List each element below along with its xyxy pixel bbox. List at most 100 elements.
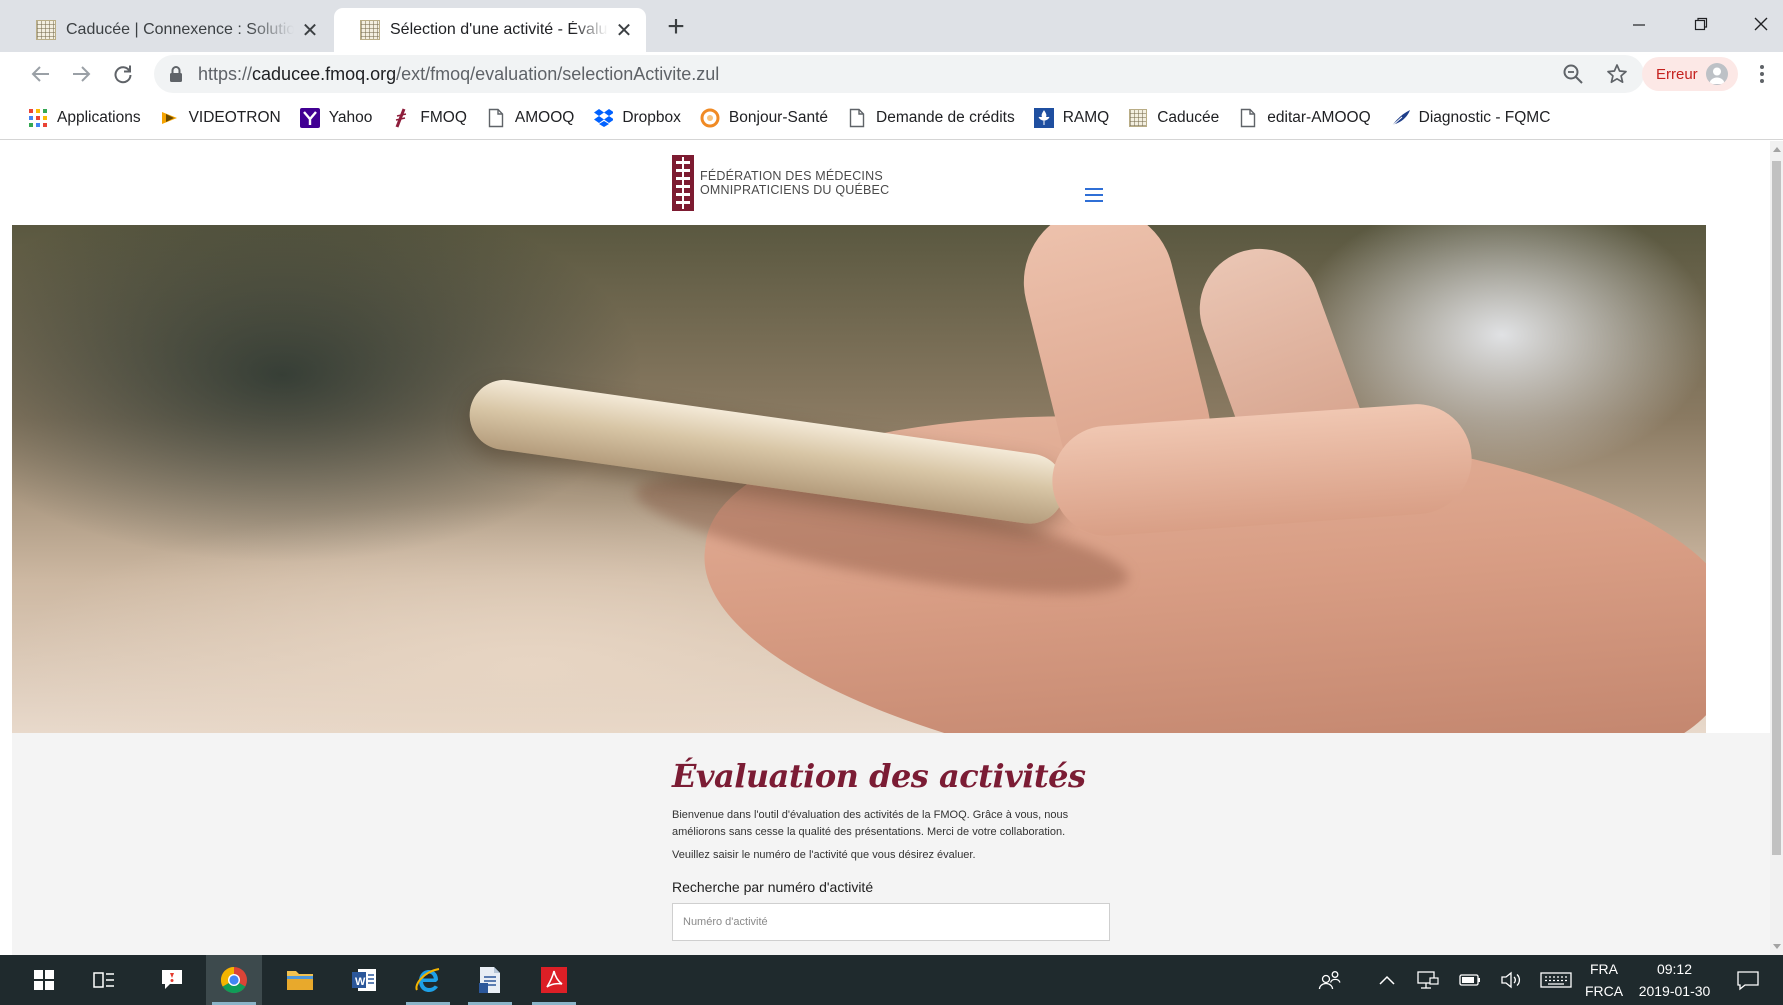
taskbar-word[interactable]: W — [336, 955, 392, 1005]
bookmark-fmoq[interactable]: FMOQ — [391, 107, 467, 128]
internet-explorer-icon — [415, 968, 440, 992]
tab-selection-activite[interactable]: Sélection d'une activité - Évaluation ✕ — [334, 8, 646, 52]
keyboard-icon[interactable] — [1540, 955, 1572, 1005]
arrow-right-icon — [73, 66, 91, 82]
bookmark-label: Dropbox — [622, 108, 681, 126]
page-icon — [847, 108, 867, 128]
scroll-thumb[interactable] — [1772, 161, 1781, 855]
star-icon[interactable] — [1606, 63, 1628, 85]
reload-button[interactable] — [106, 58, 140, 90]
fmoq-logo[interactable]: FÉDÉRATION DES MÉDECINS OMNIPRATICIENS D… — [672, 155, 889, 211]
start-button[interactable] — [16, 955, 72, 1005]
tab-strip: Caducée | Connexence : Solution ✕ Sélect… — [0, 0, 1783, 52]
taskbar-document-app[interactable] — [462, 955, 518, 1005]
bookmark-caducee[interactable]: Caducée — [1128, 108, 1219, 128]
taskbar-chrome[interactable] — [206, 955, 262, 1005]
battery-icon[interactable] — [1458, 955, 1482, 1005]
dropbox-icon — [593, 108, 614, 128]
bookmark-demande-credits[interactable]: Demande de crédits — [847, 108, 1015, 128]
minimize-icon — [1633, 24, 1645, 26]
page-scrollbar[interactable] — [1770, 141, 1783, 955]
bookmark-label: Caducée — [1157, 108, 1220, 126]
screen: Caducée | Connexence : Solution ✕ Sélect… — [0, 0, 1783, 1005]
word-icon: W — [352, 969, 376, 991]
document-icon — [479, 967, 500, 993]
bookmark-label: Yahoo — [328, 108, 373, 126]
url-path: /ext/fmoq/evaluation/selectionActivite.z… — [396, 63, 720, 84]
folder-icon — [287, 971, 313, 990]
taskbar-feedback-app[interactable] — [144, 955, 200, 1005]
scroll-up-icon[interactable] — [1773, 147, 1781, 152]
tab-caducee-connexence[interactable]: Caducée | Connexence : Solution ✕ — [10, 8, 332, 52]
action-center-icon[interactable] — [1736, 955, 1760, 1005]
svg-text:W: W — [355, 976, 366, 988]
logo-line-1: FÉDÉRATION DES MÉDECINS — [700, 169, 883, 183]
zoom-icon[interactable] — [1562, 63, 1584, 85]
hero-image — [12, 225, 1706, 733]
bookmark-videotron[interactable]: VIDEOTRON — [160, 108, 281, 128]
bookmark-applications[interactable]: Applications — [28, 108, 141, 128]
instruction-text: Veuillez saisir le numéro de l'activité … — [672, 849, 976, 861]
restore-button[interactable] — [1672, 0, 1730, 48]
url-text[interactable]: https://caducee.fmoq.org/ext/fmoq/evalua… — [198, 64, 719, 85]
tab-title: Caducée | Connexence : Solution — [66, 21, 294, 38]
bookmark-label: Demande de crédits — [876, 108, 1015, 126]
bookmark-diagnostic-fqmc[interactable]: Diagnostic - FQMC — [1390, 108, 1550, 128]
bookmark-bonjour-sante[interactable]: Bonjour-Santé — [700, 108, 828, 128]
forward-button[interactable] — [64, 58, 98, 90]
bookmark-editar-amooq[interactable]: editar-AMOOQ — [1238, 108, 1371, 128]
bookmark-ramq[interactable]: RAMQ — [1033, 107, 1110, 128]
bonjour-sante-icon — [700, 108, 720, 128]
clock-time: 09:12 — [1656, 961, 1693, 977]
scroll-down-icon[interactable] — [1773, 944, 1781, 949]
lock-icon[interactable] — [168, 65, 184, 83]
close-window-button[interactable] — [1732, 0, 1783, 48]
hamburger-menu-icon[interactable] — [1085, 188, 1103, 202]
close-icon[interactable]: ✕ — [614, 20, 634, 42]
acrobat-pdf-icon — [541, 967, 567, 993]
bookmark-label: RAMQ — [1062, 108, 1110, 126]
minimize-button[interactable] — [1610, 0, 1668, 48]
profile-status: Erreur — [1656, 65, 1698, 83]
network-icon[interactable] — [1416, 955, 1440, 1005]
people-icon[interactable] — [1318, 955, 1342, 1005]
taskbar-internet-explorer[interactable] — [400, 955, 456, 1005]
bookmark-dropbox[interactable]: Dropbox — [593, 108, 681, 128]
bookmark-amooq[interactable]: AMOOQ — [486, 108, 574, 128]
bookmarks-bar: Applications VIDEOTRON Yahoo FMOQ AMOOQ — [0, 96, 1783, 140]
logo-text: FÉDÉRATION DES MÉDECINS OMNIPRATICIENS D… — [700, 169, 889, 197]
caducee-favicon-icon — [360, 20, 380, 40]
page-title: Évaluation des activités — [672, 757, 1086, 795]
reload-icon — [114, 65, 132, 84]
intro-line-1: Bienvenue dans l'outil d'évaluation des … — [672, 809, 1069, 821]
url-host: caducee.fmoq.org — [252, 63, 397, 84]
bookmark-yahoo[interactable]: Yahoo — [299, 107, 373, 128]
clock-date: 2019-01-30 — [1638, 983, 1711, 999]
new-tab-button[interactable]: + — [662, 10, 690, 43]
avatar-icon — [1705, 63, 1728, 85]
intro-text: Bienvenue dans l'outil d'évaluation des … — [672, 807, 1122, 841]
close-icon[interactable]: ✕ — [300, 20, 320, 42]
taskbar-file-explorer[interactable] — [272, 955, 328, 1005]
taskbar-acrobat[interactable] — [526, 955, 582, 1005]
chevron-up-icon[interactable] — [1378, 955, 1396, 1005]
activity-number-input[interactable] — [672, 903, 1110, 941]
back-button[interactable] — [24, 58, 58, 90]
volume-icon[interactable] — [1500, 955, 1524, 1005]
bookmark-label: AMOOQ — [514, 108, 575, 126]
profile-error-button[interactable]: Erreur — [1642, 57, 1738, 91]
site-header: FÉDÉRATION DES MÉDECINS OMNIPRATICIENS D… — [12, 141, 1706, 225]
content-section: Évaluation des activités Bienvenue dans … — [12, 733, 1770, 955]
videotron-icon — [160, 108, 180, 128]
yahoo-icon — [299, 107, 320, 128]
bookmark-label: FMOQ — [420, 108, 467, 126]
browser-menu-button[interactable] — [1752, 60, 1772, 88]
address-bar[interactable]: https://caducee.fmoq.org/ext/fmoq/evalua… — [154, 55, 1644, 93]
bookmark-label: Bonjour-Santé — [728, 108, 829, 126]
windows-taskbar: W FRA FRCA 09:12 2019-01-30 — [0, 955, 1783, 1005]
keyboard-layout-indicator[interactable]: FRCA — [1582, 981, 1626, 1002]
task-view-button[interactable] — [76, 955, 132, 1005]
language-indicator[interactable]: FRA — [1582, 959, 1626, 980]
url-scheme: https:// — [198, 63, 253, 84]
bookmark-label: editar-AMOOQ — [1267, 108, 1371, 126]
